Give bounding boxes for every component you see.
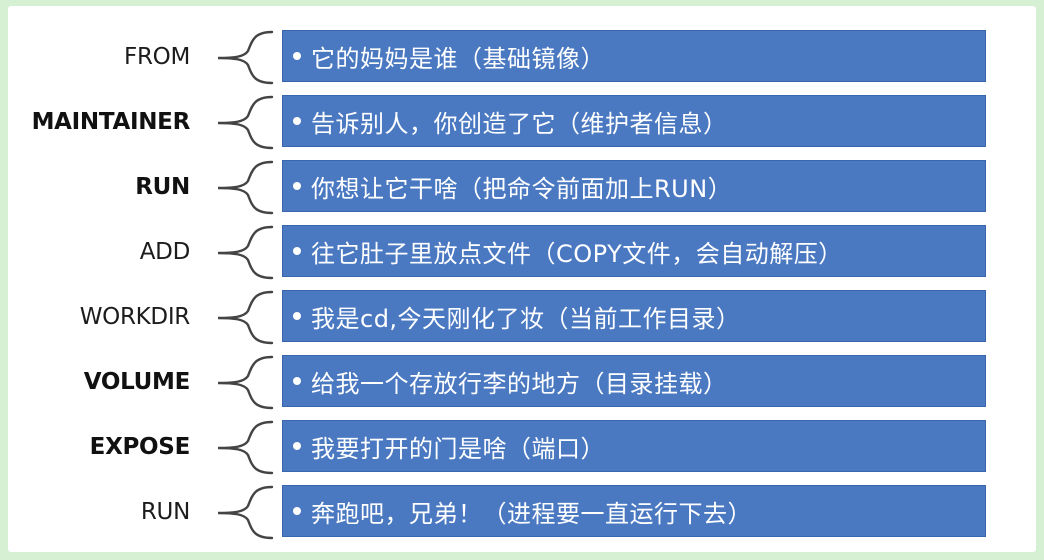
bullet-icon — [293, 312, 301, 320]
keyword-label: RUN — [135, 174, 190, 200]
description-box: 我要打开的门是啥（端口） — [282, 420, 986, 472]
left-brace-icon — [217, 420, 274, 475]
row-volume: VOLUME 给我一个存放行李的地方（目录挂载） — [8, 353, 1036, 418]
description-box: 它的妈妈是谁（基础镜像） — [282, 30, 986, 82]
bullet-icon — [293, 377, 301, 385]
description-text: 往它肚子里放点文件（COPY文件，会自动解压） — [311, 239, 843, 268]
left-brace-icon — [217, 290, 274, 345]
row-expose: EXPOSE 我要打开的门是啥（端口） — [8, 418, 1036, 483]
description-text: 告诉别人，你创造了它（维护者信息） — [311, 109, 728, 138]
dockerfile-instruction-list: FROM 它的妈妈是谁（基础镜像） MAINTAINER 告诉别人，你创造了它（… — [8, 28, 1036, 548]
left-brace-icon — [217, 225, 274, 280]
left-brace-icon — [217, 355, 274, 410]
row-run-final: RUN 奔跑吧，兄弟！（进程要一直运行下去） — [8, 483, 1036, 548]
row-from: FROM 它的妈妈是谁（基础镜像） — [8, 28, 1036, 93]
description-text: 我是cd,今天刚化了妆（当前工作目录） — [311, 304, 741, 333]
description-box: 奔跑吧，兄弟！（进程要一直运行下去） — [282, 485, 986, 537]
row-run: RUN 你想让它干啥（把命令前面加上RUN） — [8, 158, 1036, 223]
row-add: ADD 往它肚子里放点文件（COPY文件，会自动解压） — [8, 223, 1036, 288]
keyword-label: WORKDIR — [79, 304, 191, 330]
keyword-label: ADD — [139, 239, 191, 265]
description-text: 你想让它干啥（把命令前面加上RUN） — [311, 174, 733, 203]
keyword-label: EXPOSE — [89, 434, 191, 460]
description-text: 给我一个存放行李的地方（目录挂载） — [311, 369, 728, 398]
left-brace-icon — [217, 95, 274, 150]
left-brace-icon — [217, 30, 274, 85]
keyword-label: MAINTAINER — [31, 109, 191, 135]
description-text: 我要打开的门是啥（端口） — [311, 434, 605, 463]
description-text: 它的妈妈是谁（基础镜像） — [311, 44, 605, 73]
bullet-icon — [293, 247, 301, 255]
description-box: 给我一个存放行李的地方（目录挂载） — [282, 355, 986, 407]
keyword-label: RUN — [140, 499, 190, 525]
keyword-label: FROM — [124, 44, 190, 70]
diagram-frame: FROM 它的妈妈是谁（基础镜像） MAINTAINER 告诉别人，你创造了它（… — [8, 6, 1036, 552]
bullet-icon — [293, 507, 301, 515]
description-box: 我是cd,今天刚化了妆（当前工作目录） — [282, 290, 986, 342]
row-maintainer: MAINTAINER 告诉别人，你创造了它（维护者信息） — [8, 93, 1036, 158]
keyword-label: VOLUME — [83, 369, 191, 395]
description-box: 往它肚子里放点文件（COPY文件，会自动解压） — [282, 225, 986, 277]
description-box: 告诉别人，你创造了它（维护者信息） — [282, 95, 986, 147]
description-text: 奔跑吧，兄弟！（进程要一直运行下去） — [311, 499, 752, 528]
bullet-icon — [293, 182, 301, 190]
left-brace-icon — [217, 485, 274, 540]
bullet-icon — [293, 52, 301, 60]
left-brace-icon — [217, 160, 274, 215]
description-box: 你想让它干啥（把命令前面加上RUN） — [282, 160, 986, 212]
bullet-icon — [293, 442, 301, 450]
row-workdir: WORKDIR 我是cd,今天刚化了妆（当前工作目录） — [8, 288, 1036, 353]
bullet-icon — [293, 117, 301, 125]
